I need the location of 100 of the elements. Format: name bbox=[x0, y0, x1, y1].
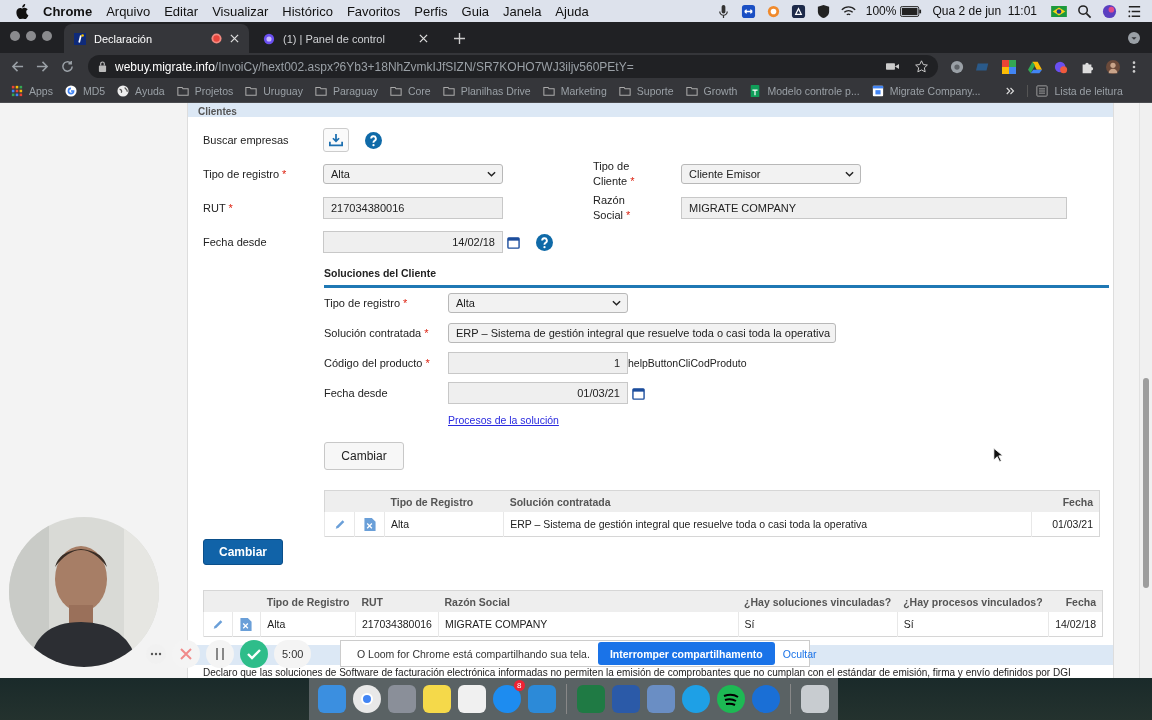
column-header[interactable]: Solución contratada bbox=[503, 490, 1032, 512]
triangle-icon[interactable] bbox=[1028, 59, 1042, 74]
bookmark[interactable]: Apps bbox=[11, 85, 53, 97]
list-icon[interactable] bbox=[1127, 3, 1142, 19]
menu-item[interactable]: Guia bbox=[461, 3, 490, 19]
pause-icon[interactable] bbox=[206, 640, 234, 668]
bookmark[interactable]: Projetos bbox=[176, 85, 234, 97]
app-icon[interactable] bbox=[421, 684, 452, 714]
sharing-message: O Loom for Chrome está compartilhando sua tela. bbox=[357, 647, 590, 660]
app-icon[interactable] bbox=[351, 684, 382, 714]
close-icon[interactable] bbox=[230, 34, 239, 43]
calendar-icon[interactable] bbox=[507, 235, 520, 249]
calendar-icon bbox=[871, 85, 884, 97]
menu-item[interactable]: Histórico bbox=[282, 3, 333, 19]
apple-logo-icon[interactable] bbox=[16, 3, 29, 19]
delete-file-icon[interactable] bbox=[363, 517, 376, 531]
column-header[interactable]: Fecha bbox=[1048, 590, 1103, 612]
assistant-orb-icon[interactable] bbox=[1102, 3, 1117, 19]
help-icon[interactable] bbox=[536, 233, 553, 251]
bookmark[interactable]: Planilhas Drive bbox=[442, 85, 531, 97]
bookmark[interactable]: Modelo controle p... bbox=[749, 85, 860, 97]
edit-icon[interactable] bbox=[333, 517, 346, 531]
bookmark[interactable]: Paraguay bbox=[314, 85, 378, 97]
minimize-window-icon[interactable] bbox=[26, 31, 36, 41]
menu-clock[interactable]: Qua 2 de jun 11:01 bbox=[932, 4, 1037, 18]
dropdown[interactable]: Alta bbox=[448, 293, 628, 313]
edit-icon[interactable] bbox=[211, 617, 224, 631]
menu-item[interactable]: Perfis bbox=[414, 3, 448, 19]
extension-icon[interactable] bbox=[1002, 59, 1016, 74]
battery-icon[interactable] bbox=[900, 5, 923, 17]
camera-icon[interactable] bbox=[886, 60, 899, 73]
close-window-icon[interactable] bbox=[10, 31, 20, 41]
column-header[interactable]: ¿Hay procesos vinculados? bbox=[897, 590, 1049, 612]
menu-item[interactable]: Arquivo bbox=[106, 3, 151, 19]
avatar-icon[interactable] bbox=[1106, 59, 1120, 74]
hide-button[interactable]: Ocultar bbox=[782, 647, 817, 660]
scrollbar-thumb[interactable] bbox=[1143, 378, 1149, 588]
column-header[interactable]: Tipo de Registro bbox=[260, 590, 356, 612]
column-header[interactable]: Fecha bbox=[1031, 490, 1100, 512]
date-field[interactable]: 01/03/21 bbox=[448, 382, 628, 404]
menu-item[interactable]: Favoritos bbox=[346, 3, 401, 19]
address-bar[interactable]: webuy.migrate.info/InvoiCy/hext002.aspx?6Yb3+18NhZvmkIJfSIZN/SR7KOHO7WJ3iljv560PEtY= bbox=[88, 55, 938, 78]
column-header[interactable]: Tipo de Registro bbox=[384, 490, 504, 512]
change-button[interactable]: Cambiar bbox=[203, 539, 283, 565]
dropdown[interactable]: Alta bbox=[323, 164, 503, 184]
menu-item[interactable]: Editar bbox=[164, 3, 199, 19]
table-cell: Sí bbox=[738, 612, 898, 637]
delete-file-icon[interactable] bbox=[240, 617, 253, 631]
drive-status-icon[interactable] bbox=[790, 3, 806, 19]
date-field[interactable]: 14/02/18 bbox=[323, 231, 503, 253]
close-icon[interactable] bbox=[419, 34, 428, 43]
menu-icon[interactable] bbox=[1132, 59, 1136, 74]
back-icon[interactable] bbox=[11, 60, 24, 73]
column-header[interactable]: RUT bbox=[355, 590, 439, 612]
app-icon[interactable] bbox=[456, 684, 487, 714]
bookmark[interactable]: Growth bbox=[685, 85, 738, 97]
browser-tab[interactable]: Declaración bbox=[64, 24, 249, 53]
column-header[interactable]: Razón Social bbox=[438, 590, 739, 612]
column-header[interactable]: ¿Hay soluciones vinculadas? bbox=[738, 590, 898, 612]
menu-item[interactable]: Visualizar bbox=[212, 3, 269, 19]
new-tab-icon[interactable] bbox=[454, 33, 465, 44]
change-button[interactable]: Cambiar bbox=[324, 442, 404, 470]
bookmark[interactable]: Migrate Company... bbox=[871, 85, 981, 97]
browser-tab[interactable]: (1) | Panel de control bbox=[253, 24, 438, 53]
search-icon[interactable] bbox=[1077, 3, 1092, 19]
zoom-window-icon[interactable] bbox=[42, 31, 52, 41]
arrows-status-icon[interactable] bbox=[740, 3, 756, 19]
extension-icon[interactable] bbox=[950, 59, 964, 74]
more-bookmarks-icon[interactable] bbox=[1006, 87, 1016, 95]
reload-icon[interactable] bbox=[61, 60, 74, 73]
input-field[interactable]: 1 bbox=[448, 352, 628, 374]
solution-processes-link[interactable]: Procesos de la solución bbox=[448, 414, 559, 426]
dropdown[interactable]: ERP – Sistema de gestión integral que resuelve toda o casi toda la operativa bbox=[448, 323, 836, 343]
bookmark[interactable]: MD5 bbox=[64, 85, 106, 97]
shield-icon[interactable] bbox=[815, 3, 831, 19]
menu-item[interactable]: Janela bbox=[503, 3, 542, 19]
table-cell: Alta bbox=[384, 512, 504, 537]
bookmark[interactable]: Core bbox=[389, 85, 431, 97]
menu-item[interactable]: Ajuda bbox=[555, 3, 589, 19]
bookmark[interactable]: Suporte bbox=[618, 85, 674, 97]
forward-icon[interactable] bbox=[36, 60, 49, 73]
tab-search-icon[interactable] bbox=[1128, 32, 1140, 44]
g-logo-icon bbox=[64, 85, 77, 97]
help-icon[interactable] bbox=[365, 131, 382, 149]
input-field[interactable]: MIGRATE COMPANY bbox=[681, 197, 1067, 219]
reading-list-button[interactable]: Lista de leitura bbox=[1027, 85, 1123, 97]
dropdown[interactable]: Cliente Emisor bbox=[681, 164, 861, 184]
bookmark[interactable]: Ayuda bbox=[117, 85, 165, 97]
bookmark[interactable]: Uruguay bbox=[245, 85, 303, 97]
bookmark[interactable]: Marketing bbox=[542, 85, 607, 97]
import-button[interactable] bbox=[323, 128, 349, 152]
stop-sharing-button[interactable]: Interromper compartilhamento bbox=[597, 642, 775, 665]
app-icon[interactable] bbox=[799, 684, 830, 714]
input-field[interactable]: 217034380016 bbox=[323, 197, 503, 219]
calendar-icon[interactable] bbox=[632, 386, 645, 400]
extension-icon[interactable] bbox=[1054, 59, 1068, 74]
menu-app-name[interactable]: Chrome bbox=[43, 3, 93, 19]
star-icon[interactable] bbox=[915, 60, 928, 73]
flag-icon[interactable] bbox=[1051, 5, 1067, 17]
app-icon[interactable] bbox=[715, 684, 746, 714]
